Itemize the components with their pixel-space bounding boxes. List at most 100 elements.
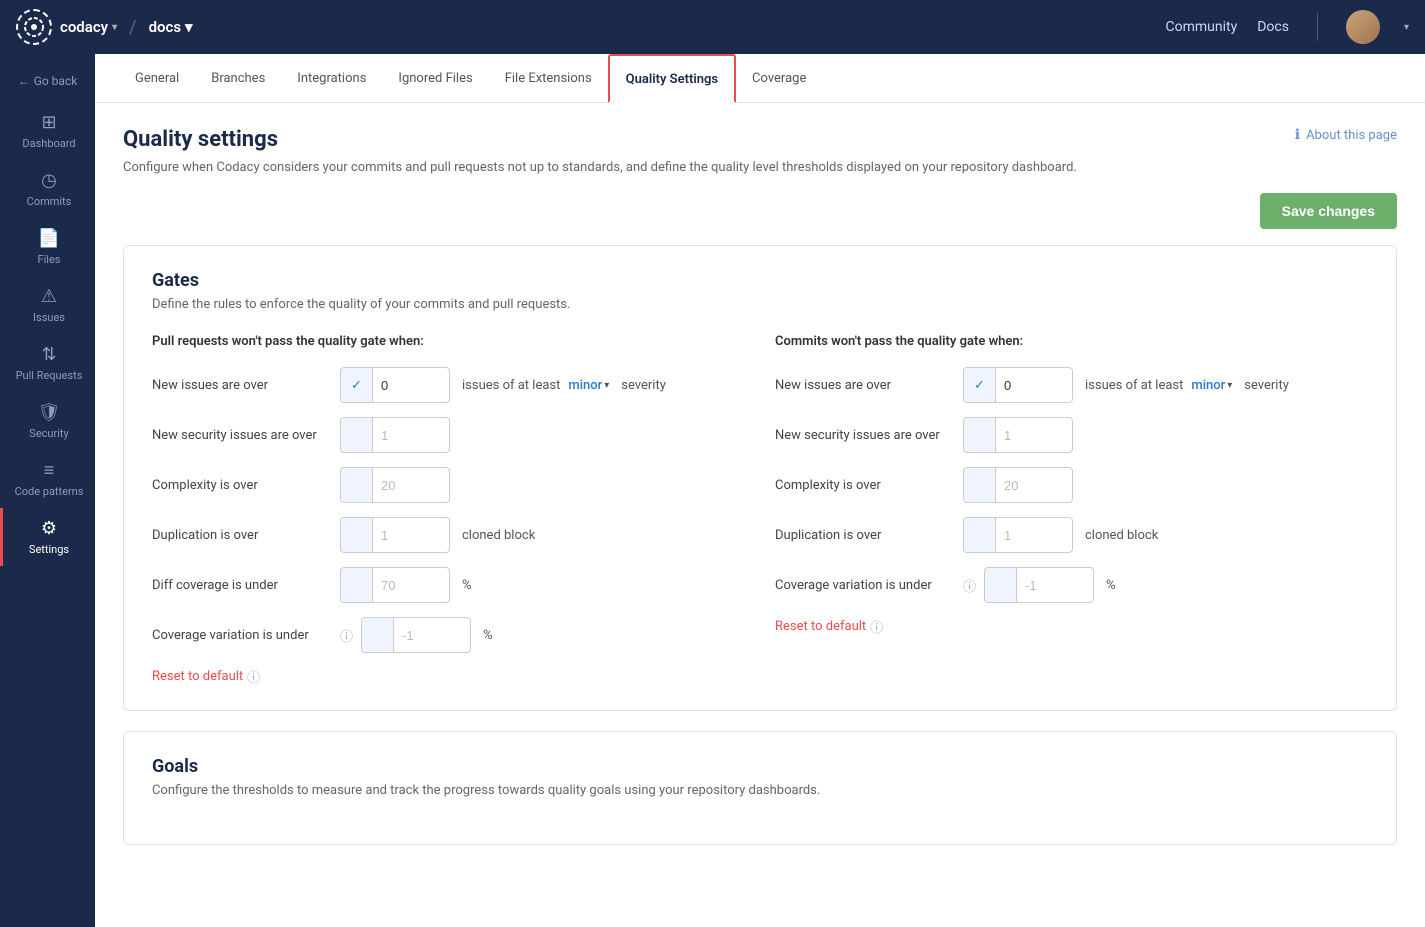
main-layout: ← Go back ⊞ Dashboard ◷ Commits 📄 Files …	[0, 54, 1425, 927]
repo-name[interactable]: docs ▾	[149, 18, 193, 36]
pr-security-issues-row: New security issues are over	[152, 417, 745, 453]
cm-coverage-variation-input[interactable]	[1017, 572, 1087, 599]
save-changes-button[interactable]: Save changes	[1260, 193, 1397, 229]
pr-complexity-checkbox[interactable]	[341, 468, 373, 502]
tab-integrations[interactable]: Integrations	[281, 55, 382, 102]
cm-reset-info-icon[interactable]: ⓘ	[870, 617, 883, 636]
goals-description: Configure the thresholds to measure and …	[152, 783, 1368, 798]
pr-severity-suffix: severity	[621, 378, 666, 393]
pr-diff-coverage-checkbox[interactable]	[341, 568, 373, 602]
checkmark-icon: ✓	[351, 378, 362, 393]
cm-duplication-checkbox[interactable]	[964, 518, 996, 552]
pr-duplication-suffix: cloned block	[462, 528, 535, 543]
pr-reset-info-icon[interactable]: ⓘ	[247, 667, 260, 686]
go-back-button[interactable]: ← Go back	[0, 64, 95, 102]
nav-divider	[1317, 13, 1318, 41]
pr-new-issues-input[interactable]	[373, 372, 443, 399]
sidebar-item-dashboard[interactable]: ⊞ Dashboard	[0, 102, 95, 160]
pull-requests-icon: ⇅	[41, 344, 56, 365]
pr-coverage-variation-label: Coverage variation is under	[152, 628, 332, 643]
dashboard-icon: ⊞	[41, 112, 56, 133]
gates-title: Gates	[152, 270, 1368, 291]
issues-icon: ⚠	[41, 286, 57, 307]
pr-security-issues-input-wrap	[340, 417, 450, 453]
cm-new-issues-label: New issues are over	[775, 378, 955, 393]
cm-coverage-variation-input-wrap	[984, 567, 1094, 603]
pr-new-issues-suffix: issues of at least	[462, 378, 560, 393]
pr-reset-label: Reset to default	[152, 669, 243, 684]
info-circle-icon: ℹ	[1295, 127, 1300, 143]
sidebar-item-settings[interactable]: ⚙ Settings	[0, 508, 95, 566]
pr-severity-caret-icon[interactable]: ▾	[604, 380, 609, 391]
pr-coverage-variation-input[interactable]	[394, 622, 464, 649]
files-icon: 📄	[38, 228, 60, 249]
sidebar-item-code-patterns[interactable]: ≡ Code patterns	[0, 450, 95, 508]
sidebar-item-security[interactable]: 🛡 Security	[0, 392, 95, 450]
cm-complexity-checkbox[interactable]	[964, 468, 996, 502]
cm-complexity-input[interactable]	[996, 472, 1066, 499]
avatar-caret-icon[interactable]: ▾	[1404, 22, 1409, 33]
goals-card: Goals Configure the thresholds to measur…	[123, 731, 1397, 845]
tab-file-extensions[interactable]: File Extensions	[489, 55, 608, 102]
tab-general[interactable]: General	[119, 55, 195, 102]
cm-duplication-input[interactable]	[996, 522, 1066, 549]
about-this-page-link[interactable]: ℹ About this page	[1295, 127, 1397, 143]
checkmark-icon: ✓	[974, 378, 985, 393]
pr-reset-to-default[interactable]: Reset to default ⓘ	[152, 667, 745, 686]
pr-diff-coverage-input-wrap	[340, 567, 450, 603]
cm-reset-to-default[interactable]: Reset to default ⓘ	[775, 617, 1368, 636]
sidebar: ← Go back ⊞ Dashboard ◷ Commits 📄 Files …	[0, 54, 95, 927]
sidebar-item-commits[interactable]: ◷ Commits	[0, 160, 95, 218]
sidebar-item-label: Issues	[33, 311, 65, 324]
pr-duplication-row: Duplication is over cloned block	[152, 517, 745, 553]
docs-link[interactable]: Docs	[1257, 19, 1289, 35]
cm-coverage-variation-row: Coverage variation is under ⓘ %	[775, 567, 1368, 603]
cm-new-issues-input[interactable]	[996, 372, 1066, 399]
pr-severity-value[interactable]: minor	[568, 378, 602, 393]
pr-complexity-input[interactable]	[373, 472, 443, 499]
avatar[interactable]	[1346, 10, 1380, 44]
tab-branches[interactable]: Branches	[195, 55, 281, 102]
cm-duplication-label: Duplication is over	[775, 528, 955, 543]
pr-coverage-variation-info-icon[interactable]: ⓘ	[340, 626, 353, 645]
sidebar-item-issues[interactable]: ⚠ Issues	[0, 276, 95, 334]
cm-duplication-row: Duplication is over cloned block	[775, 517, 1368, 553]
top-navigation: codacy ▾ / docs ▾ Community Docs ▾	[0, 0, 1425, 54]
cm-duplication-input-wrap	[963, 517, 1073, 553]
tab-quality-settings[interactable]: Quality Settings	[608, 54, 736, 103]
cm-new-issues-checkbox[interactable]: ✓	[964, 368, 996, 402]
pr-severity-select[interactable]: minor ▾	[568, 378, 609, 393]
tab-ignored-files[interactable]: Ignored Files	[382, 55, 488, 102]
cm-reset-label: Reset to default	[775, 619, 866, 634]
pr-complexity-row: Complexity is over	[152, 467, 745, 503]
cm-coverage-variation-checkbox[interactable]	[985, 568, 1017, 602]
pr-coverage-variation-checkbox[interactable]	[362, 618, 394, 652]
cm-security-issues-input-wrap	[963, 417, 1073, 453]
cm-severity-value[interactable]: minor	[1191, 378, 1225, 393]
sidebar-item-files[interactable]: 📄 Files	[0, 218, 95, 276]
pr-duplication-checkbox[interactable]	[341, 518, 373, 552]
cm-security-issues-input[interactable]	[996, 422, 1066, 449]
commits-column: Commits won't pass the quality gate when…	[775, 334, 1368, 686]
pr-security-issues-input[interactable]	[373, 422, 443, 449]
pr-duplication-input[interactable]	[373, 522, 443, 549]
pr-diff-coverage-suffix: %	[462, 578, 472, 593]
cm-coverage-variation-info-icon[interactable]: ⓘ	[963, 576, 976, 595]
pr-new-issues-checkbox[interactable]: ✓	[341, 368, 373, 402]
sidebar-item-label: Settings	[29, 543, 69, 556]
page-title-area: Quality settings	[123, 127, 278, 152]
sidebar-item-pull-requests[interactable]: ⇅ Pull Requests	[0, 334, 95, 392]
community-link[interactable]: Community	[1166, 19, 1238, 35]
page-description: Configure when Codacy considers your com…	[123, 160, 1397, 175]
tab-coverage[interactable]: Coverage	[736, 55, 822, 102]
cm-severity-select[interactable]: minor ▾	[1191, 378, 1232, 393]
pr-complexity-input-wrap	[340, 467, 450, 503]
cm-security-issues-checkbox[interactable]	[964, 418, 996, 452]
brand-name[interactable]: codacy ▾	[60, 18, 117, 36]
pr-diff-coverage-input[interactable]	[373, 572, 443, 599]
cm-severity-caret-icon[interactable]: ▾	[1227, 380, 1232, 391]
pr-diff-coverage-label: Diff coverage is under	[152, 578, 332, 593]
pr-security-issues-checkbox[interactable]	[341, 418, 373, 452]
settings-icon: ⚙	[41, 518, 57, 539]
gates-card: Gates Define the rules to enforce the qu…	[123, 245, 1397, 711]
